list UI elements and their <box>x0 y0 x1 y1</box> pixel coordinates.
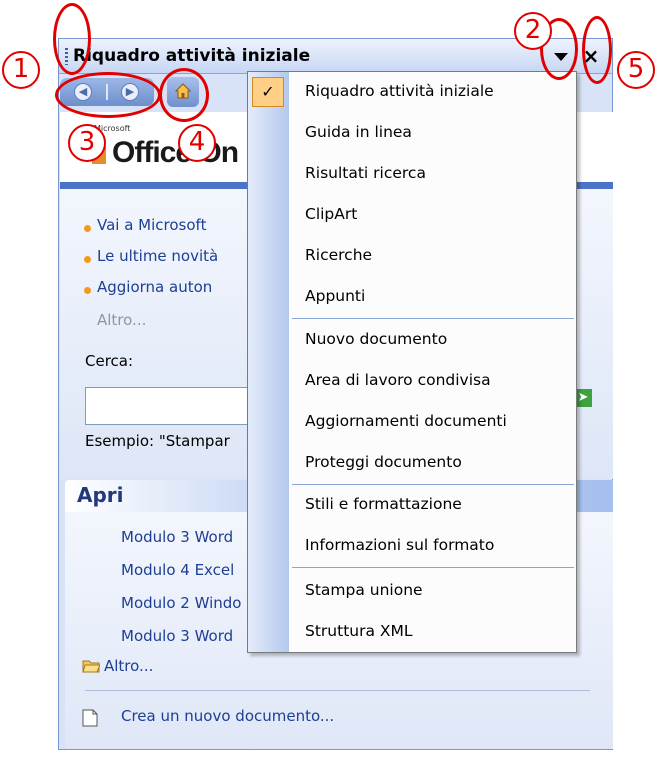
section-divider <box>85 690 590 691</box>
recent-file[interactable]: Modulo 2 Windo <box>121 594 241 612</box>
menu-item-aggiornamenti[interactable]: Aggiornamenti documenti <box>305 412 507 430</box>
link-aggiorna[interactable]: Aggiorna auton <box>97 278 212 296</box>
menu-item-area-di-lavoro[interactable]: Area di lavoro condivisa <box>305 371 491 389</box>
bullet-icon <box>84 225 91 232</box>
menu-item-riquadro-attivita[interactable]: Riquadro attività iniziale <box>305 82 494 100</box>
search-label: Cerca: <box>85 352 134 370</box>
open-section-title: Apri <box>77 483 124 507</box>
callout-number-5: 5 <box>617 51 655 89</box>
recent-file[interactable]: Modulo 3 Word <box>121 528 233 546</box>
bullet-icon <box>84 287 91 294</box>
menu-item-struttura-xml[interactable]: Struttura XML <box>305 622 413 640</box>
menu-item-appunti[interactable]: Appunti <box>305 287 365 305</box>
menu-item-risultati-ricerca[interactable]: Risultati ricerca <box>305 164 426 182</box>
menu-item-stampa-unione[interactable]: Stampa unione <box>305 581 423 599</box>
link-ultime-novita[interactable]: Le ultime novità <box>97 247 218 265</box>
callout-number-1: 1 <box>2 51 40 89</box>
search-example: Esempio: "Stampar <box>85 432 230 450</box>
menu-separator <box>292 318 574 319</box>
highlight-ring-grip <box>53 3 91 75</box>
new-document-icon <box>82 709 98 727</box>
highlight-ring-close <box>582 16 612 84</box>
menu-item-nuovo-documento[interactable]: Nuovo documento <box>305 330 447 348</box>
check-icon: ✓ <box>252 77 284 107</box>
menu-item-ricerche[interactable]: Ricerche <box>305 246 372 264</box>
highlight-ring-home <box>159 68 209 122</box>
link-vai-a-microsoft[interactable]: Vai a Microsoft <box>97 216 206 234</box>
task-pane-title: Riquadro attività iniziale <box>73 46 311 66</box>
task-pane-menu: ✓ Riquadro attività iniziale Guida in li… <box>247 71 577 653</box>
menu-item-guida-in-linea[interactable]: Guida in linea <box>305 123 412 141</box>
recent-file[interactable]: Modulo 4 Excel <box>121 561 234 579</box>
menu-icon-strip <box>248 72 289 652</box>
folder-open-icon <box>82 660 100 673</box>
create-new-document-link[interactable]: Crea un nuovo documento... <box>121 707 334 725</box>
callout-number-2: 2 <box>514 12 552 50</box>
office-online-logo-text: Office On <box>112 136 239 169</box>
menu-item-informazioni[interactable]: Informazioni sul formato <box>305 536 494 554</box>
callout-number-4: 4 <box>178 124 216 162</box>
menu-item-clipart[interactable]: ClipArt <box>305 205 357 223</box>
menu-item-proteggi[interactable]: Proteggi documento <box>305 453 462 471</box>
highlight-ring-nav <box>55 72 161 118</box>
bullet-icon <box>84 256 91 263</box>
open-more-link[interactable]: Altro... <box>104 657 153 675</box>
menu-item-stili[interactable]: Stili e formattazione <box>305 495 462 513</box>
more-link[interactable]: Altro... <box>97 311 146 329</box>
menu-separator <box>292 484 574 485</box>
search-input[interactable] <box>85 387 267 425</box>
menu-separator <box>292 567 574 568</box>
callout-number-3: 3 <box>68 124 106 162</box>
recent-file[interactable]: Modulo 3 Word <box>121 627 233 645</box>
